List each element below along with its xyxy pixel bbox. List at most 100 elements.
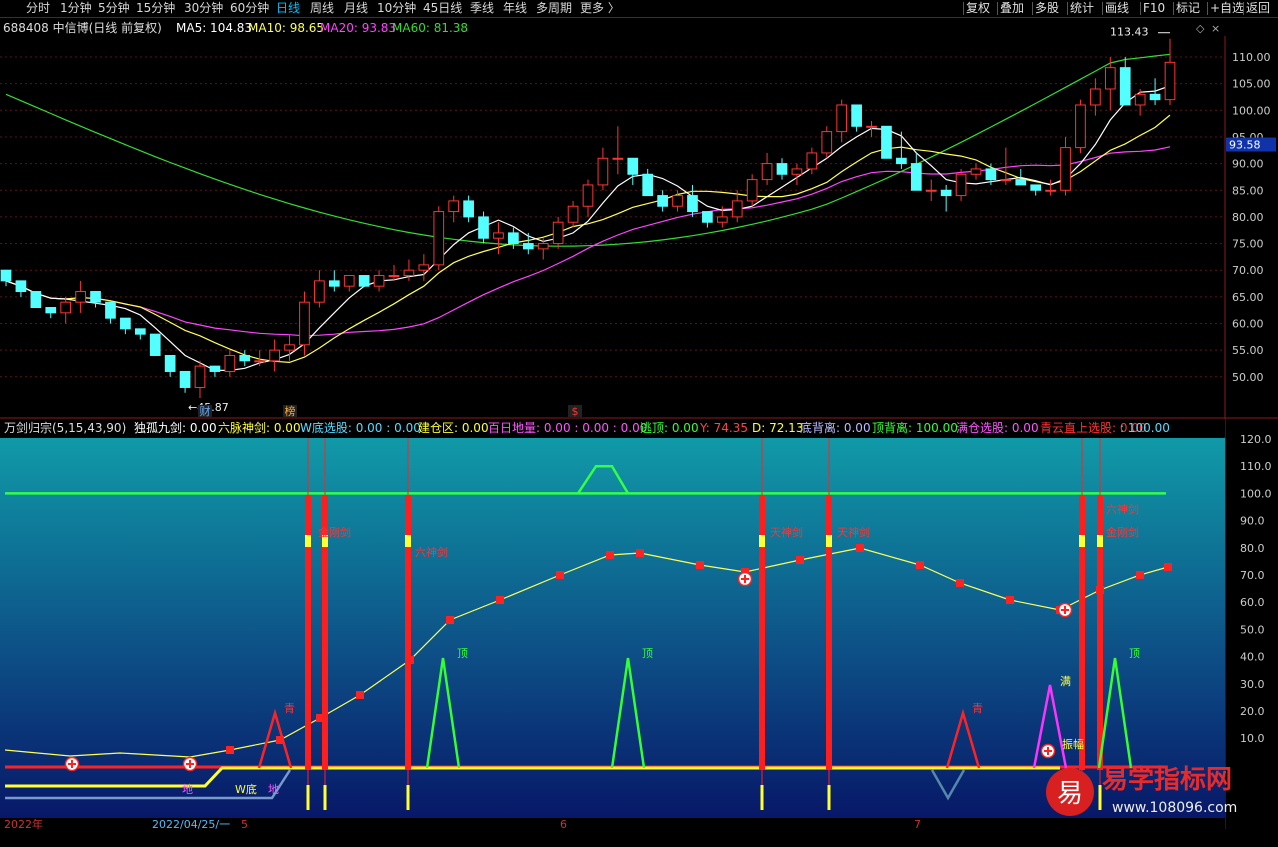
stock-title: 688408 中信博(日线 前复权) xyxy=(3,20,162,35)
candle-body xyxy=(881,125,892,159)
candle-body xyxy=(343,275,355,287)
period-tab[interactable]: 10分钟 xyxy=(377,0,416,17)
sword-yellow-segment xyxy=(1097,535,1103,547)
candle-body xyxy=(567,205,579,223)
period-tab[interactable]: 季线 xyxy=(470,0,494,17)
y-tick-label: 80.00 xyxy=(1232,211,1264,224)
sub-y-tick: 50.0 xyxy=(1240,623,1265,636)
toolbar-button[interactable]: 复权 xyxy=(966,0,990,17)
jingang-label: 金刚剑 xyxy=(318,525,351,539)
candle-body xyxy=(478,216,489,239)
candle-body xyxy=(179,370,191,388)
candle-body xyxy=(224,354,236,372)
oscillator-block xyxy=(696,561,704,569)
candle-body xyxy=(90,291,101,303)
sub-y-tick: 40.0 xyxy=(1240,651,1265,664)
period-tab[interactable]: 30分钟 xyxy=(184,0,223,17)
sub-title: 万剑归宗(5,15,43,90) xyxy=(4,420,126,435)
sub-readout: D: 72.13 xyxy=(752,421,803,435)
ma-readout: MA60: 81.38 xyxy=(392,21,468,35)
candle-body xyxy=(209,365,221,372)
candle-body xyxy=(120,317,131,330)
toolbar-button[interactable]: F10 xyxy=(1143,0,1165,17)
candle-body xyxy=(851,104,862,127)
period-tab[interactable]: 60分钟 xyxy=(230,0,269,17)
sword-yellow-segment xyxy=(1079,535,1085,547)
candle-body xyxy=(836,104,848,133)
period-tab[interactable]: 1分钟 xyxy=(60,0,92,17)
event-marker: 榜 xyxy=(285,404,296,418)
candle-body xyxy=(627,157,639,175)
candle-body xyxy=(284,344,295,351)
brand-url: www.108096.com xyxy=(1112,800,1237,816)
toolbar-button[interactable]: +自选 xyxy=(1210,0,1244,17)
candle-body xyxy=(657,195,668,207)
period-tab[interactable]: 年线 xyxy=(503,0,527,17)
toolbar-button[interactable]: 叠加 xyxy=(1000,0,1024,17)
period-tab[interactable]: 日线 xyxy=(276,0,300,17)
qing-label: 青 xyxy=(972,702,983,715)
candle-body xyxy=(1119,67,1131,106)
candle-body xyxy=(433,211,445,266)
oscillator-block xyxy=(356,691,364,699)
period-tab[interactable]: 周线 xyxy=(310,0,334,17)
period-tab[interactable]: 15分钟 xyxy=(136,0,175,17)
toolbar-button[interactable]: 统计 xyxy=(1070,0,1094,17)
candle-body xyxy=(821,131,833,154)
toolbar-button[interactable]: 画线 xyxy=(1105,0,1129,17)
kline-chart-area[interactable]: 688408 中信博(日线 前复权) MA5: 104.83MA10: 98.65… xyxy=(0,18,1278,847)
ding-label: 顶 xyxy=(457,647,468,660)
candle-body xyxy=(0,269,12,282)
candle-body xyxy=(1030,184,1042,191)
candle-body xyxy=(403,269,415,277)
oscillator-block xyxy=(856,544,864,552)
oscillator-block xyxy=(556,571,564,579)
y-tick-label: 70.00 xyxy=(1232,264,1264,277)
oscillator-block xyxy=(956,579,964,587)
ma-readout: MA10: 98.65 xyxy=(248,21,324,35)
candle-body xyxy=(776,163,788,175)
candle-body xyxy=(60,301,72,314)
toolbar-button[interactable]: 多股 xyxy=(1035,0,1059,17)
oscillator-block xyxy=(1164,563,1172,571)
oscillator-block xyxy=(636,549,644,557)
y-tick-label: 50.00 xyxy=(1232,371,1264,384)
period-tab[interactable]: 更多 〉 xyxy=(580,0,620,17)
sub-y-tick: 120.0 xyxy=(1240,433,1272,446)
x-axis-label: 6 xyxy=(560,818,567,831)
qing-label: 青 xyxy=(284,702,295,715)
toolbar-separator xyxy=(1102,2,1103,15)
ding-label: 顶 xyxy=(642,647,653,660)
candle-body xyxy=(896,157,907,165)
candle-body xyxy=(134,328,146,335)
candle-body xyxy=(45,307,57,314)
oscillator-block xyxy=(606,551,614,559)
period-tab[interactable]: 5分钟 xyxy=(98,0,130,17)
x-axis-label: 5 xyxy=(241,818,248,831)
tianbao-label: 天神剑 xyxy=(837,525,870,539)
candle-body xyxy=(358,275,370,287)
candle-body xyxy=(910,163,922,191)
sub-y-tick: 110.0 xyxy=(1240,460,1272,473)
sub-y-tick: 90.0 xyxy=(1240,515,1265,528)
close-icon: × xyxy=(1211,22,1220,35)
sub-y-tick: 80.0 xyxy=(1240,542,1265,555)
candle-body xyxy=(985,168,997,181)
period-tab[interactable]: 45日线 xyxy=(423,0,462,17)
period-tab[interactable]: 月线 xyxy=(344,0,368,17)
period-tab[interactable]: 多周期 xyxy=(536,0,572,17)
x-axis-label: 7 xyxy=(914,818,921,831)
toolbar-button[interactable]: 返回 xyxy=(1246,0,1270,17)
candle-body xyxy=(1045,189,1056,192)
candle-body xyxy=(418,264,430,271)
candle-body xyxy=(30,291,42,309)
sub-readout: W底选股: 0.00 : 0.00 xyxy=(300,420,421,435)
candle-body xyxy=(925,189,937,192)
toolbar-button[interactable]: 标记 xyxy=(1176,0,1200,17)
candle-body xyxy=(702,211,713,223)
candle-body xyxy=(269,349,280,362)
oscillator-block xyxy=(1006,596,1014,604)
x-axis-label: 2022/04/25/一 xyxy=(152,818,230,831)
period-tab[interactable]: 分时 xyxy=(26,0,50,17)
toolbar-separator xyxy=(1032,2,1033,15)
